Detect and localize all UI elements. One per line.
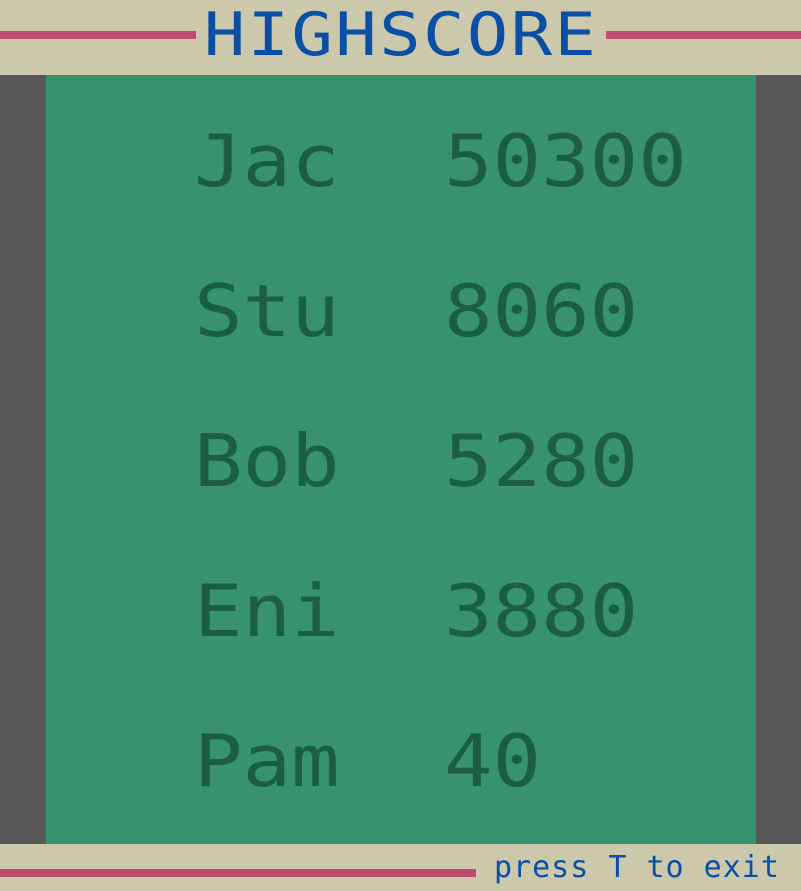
player-score: 8060 <box>444 269 639 353</box>
header-line-right <box>606 31 801 39</box>
player-score: 40 <box>444 719 542 803</box>
footer-line <box>0 869 476 877</box>
footer: press T to exit <box>0 844 801 891</box>
player-name: Jac <box>194 119 340 203</box>
left-side-panel <box>0 75 46 844</box>
score-row: Pam 40 <box>46 719 756 803</box>
score-row: Stu 8060 <box>46 269 756 353</box>
player-score: 5280 <box>444 419 639 503</box>
player-score: 3880 <box>444 569 639 653</box>
player-name: Eni <box>194 569 340 653</box>
right-side-panel <box>756 75 801 844</box>
score-row: Jac 50300 <box>46 119 756 203</box>
score-row: Eni 3880 <box>46 569 756 653</box>
player-name: Bob <box>194 419 340 503</box>
score-row: Bob 5280 <box>46 419 756 503</box>
page-title: HIGHSCORE <box>203 0 599 70</box>
exit-hint: press T to exit <box>494 850 780 885</box>
player-name: Stu <box>194 269 340 353</box>
highscore-screen: HIGHSCORE Jac 50300 Stu 8060 Bob 5280 En… <box>0 0 801 891</box>
player-score: 50300 <box>444 119 687 203</box>
highscore-table: Jac 50300 Stu 8060 Bob 5280 Eni 3880 Pam… <box>46 75 756 844</box>
header: HIGHSCORE <box>0 0 801 75</box>
player-name: Pam <box>194 719 340 803</box>
